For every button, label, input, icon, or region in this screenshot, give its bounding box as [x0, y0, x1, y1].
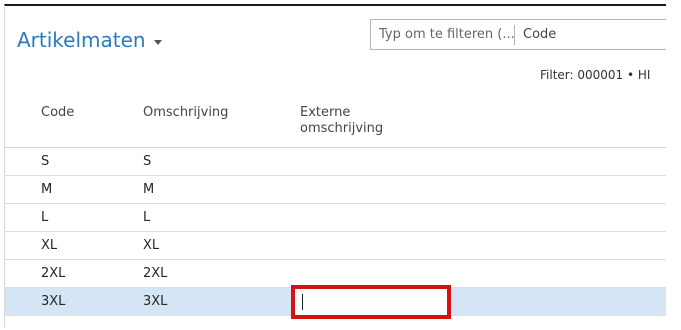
page-frame: Artikelmaten Code Filter: 000001 • HI Co… — [4, 4, 666, 328]
table-row[interactable]: L L — [5, 204, 666, 232]
active-filter-label: Filter: 000001 • HI — [540, 68, 651, 82]
column-header-external-line1: Externe — [300, 105, 351, 120]
cell-code: 3XL — [41, 294, 66, 309]
filter-field-selector[interactable]: Code — [515, 27, 556, 42]
cell-description: S — [143, 154, 152, 169]
cell-description: M — [143, 182, 155, 197]
table-row[interactable]: XL XL — [5, 232, 666, 260]
cell-description: 3XL — [143, 294, 168, 309]
cell-code: XL — [41, 238, 58, 253]
column-header-external-description[interactable]: Externe omschrijving — [300, 105, 383, 137]
cell-code: 2XL — [41, 266, 66, 281]
item-sizes-grid: Code Omschrijving Externe omschrijving S … — [5, 99, 666, 319]
table-row[interactable]: M M — [5, 176, 666, 204]
table-row-selected[interactable]: 3XL 3XL — [5, 285, 666, 319]
column-header-code[interactable]: Code — [41, 105, 74, 121]
column-header-external-line2: omschrijving — [300, 121, 384, 136]
cell-description: XL — [143, 238, 160, 253]
text-cursor — [302, 294, 303, 310]
column-header-description[interactable]: Omschrijving — [143, 105, 228, 121]
cell-code: L — [41, 210, 49, 225]
page-title[interactable]: Artikelmaten — [17, 28, 162, 52]
external-description-edit-field[interactable] — [291, 285, 451, 319]
filter-search-input[interactable] — [371, 20, 514, 49]
grid-header: Code Omschrijving Externe omschrijving — [5, 99, 666, 148]
cell-code: S — [41, 154, 50, 169]
cell-code: M — [41, 182, 53, 197]
chevron-down-icon[interactable] — [153, 39, 162, 45]
cell-description: L — [143, 210, 151, 225]
table-row[interactable]: 2XL 2XL — [5, 260, 666, 288]
table-row[interactable]: S S — [5, 148, 666, 176]
cell-description: 2XL — [143, 266, 168, 281]
page-title-text: Artikelmaten — [17, 28, 146, 52]
filter-search-box[interactable]: Code — [370, 19, 666, 50]
